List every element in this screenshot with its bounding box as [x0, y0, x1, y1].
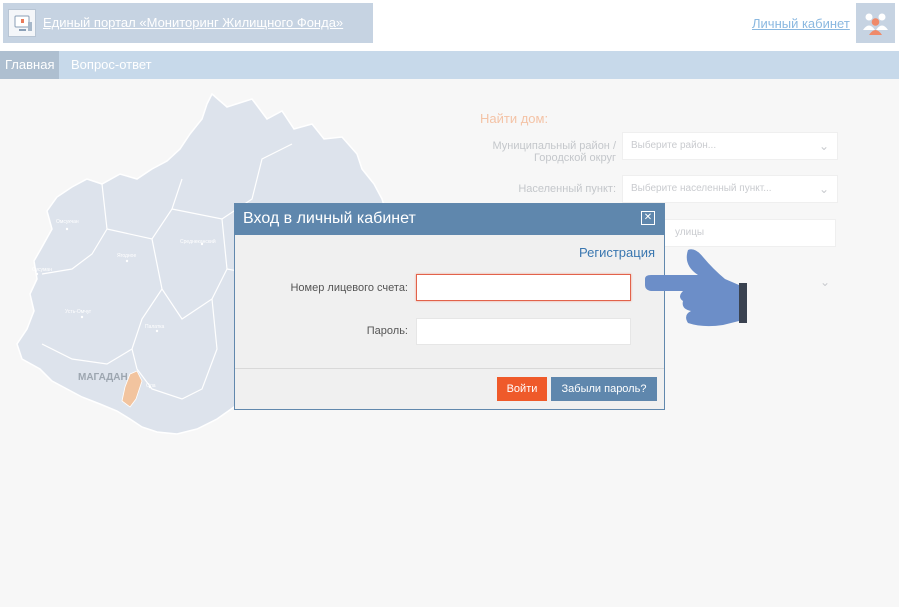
find-house-title: Найти дом: — [480, 111, 549, 126]
map-city-label: МАГАДАН — [78, 372, 128, 383]
password-input[interactable] — [416, 318, 631, 345]
forgot-password-button[interactable]: Забыли пароль? — [551, 377, 657, 401]
account-number-label: Номер лицевого счета: — [290, 282, 408, 294]
monitor-logo-icon — [8, 9, 36, 37]
street-input-placeholder: улицы — [675, 227, 705, 238]
nav-item-faq[interactable]: Вопрос-ответ — [66, 51, 157, 79]
users-group-icon[interactable] — [856, 3, 895, 43]
map-district-label: Сусуман — [32, 267, 52, 273]
district-select-value: Выберите район... — [631, 140, 717, 151]
password-label: Пароль: — [366, 325, 408, 337]
map-district-label: Среднеканский — [180, 238, 216, 245]
login-modal: Вход в личный кабинет ✕ Регистрация Номе… — [234, 203, 665, 410]
account-number-input[interactable] — [416, 274, 631, 301]
district-select[interactable]: Выберите район... ⌄ — [622, 132, 838, 160]
chevron-down-icon: ⌄ — [818, 139, 829, 153]
map-district-label: Ола — [146, 383, 156, 389]
close-icon[interactable]: ✕ — [641, 211, 655, 225]
modal-divider — [235, 368, 664, 369]
login-button[interactable]: Войти — [497, 377, 547, 401]
login-modal-header: Вход в личный кабинет ✕ — [235, 204, 664, 235]
locality-select[interactable]: Выберите населенный пункт... ⌄ — [622, 175, 838, 203]
portal-brand[interactable]: Единый портал «Мониторинг Жилищного Фонд… — [3, 3, 373, 43]
nav-item-home[interactable]: Главная — [0, 51, 60, 79]
map-district-label: Усть-Омчуг — [65, 309, 91, 315]
portal-title[interactable]: Единый портал «Мониторинг Жилищного Фонд… — [43, 15, 343, 30]
district-label: Муниципальный район / Городской округ — [492, 140, 616, 164]
map-district-label: Ягодное — [117, 253, 136, 259]
chevron-down-icon: ⌄ — [818, 182, 829, 196]
map-district-label: Омсукчан — [56, 219, 79, 225]
map-district-label: Палатка — [145, 324, 165, 330]
main-nav: Главная Вопрос-ответ — [0, 51, 899, 79]
pointing-hand-icon — [645, 249, 747, 327]
chevron-down-icon: ⌄ — [819, 275, 830, 289]
locality-select-value: Выберите населенный пункт... — [631, 183, 772, 194]
header: Единый портал «Мониторинг Жилищного Фонд… — [0, 0, 899, 51]
locality-label: Населенный пункт: — [518, 183, 616, 195]
personal-cabinet-link[interactable]: Личный кабинет — [752, 16, 850, 31]
login-modal-title: Вход в личный кабинет — [243, 210, 416, 227]
page: Единый портал «Мониторинг Жилищного Фонд… — [0, 0, 899, 607]
